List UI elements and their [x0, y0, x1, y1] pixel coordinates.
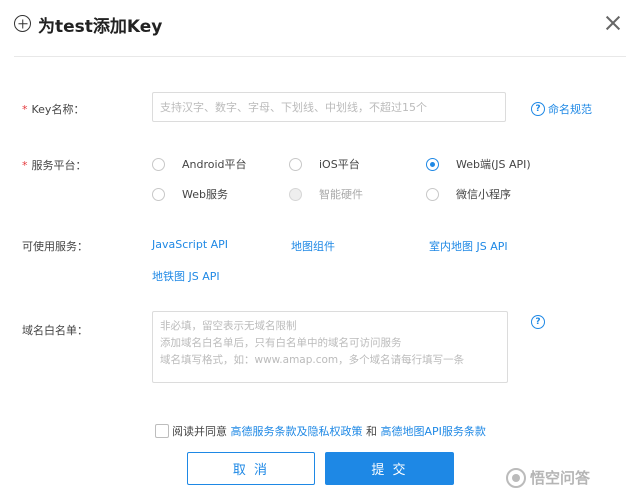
service-map-component[interactable]: 地图组件 [291, 238, 335, 254]
dialog-title: 为test添加Key [38, 17, 163, 37]
naming-rules-label: 命名规范 [548, 103, 592, 116]
key-name-input[interactable] [152, 92, 506, 122]
naming-rules-link[interactable]: ? 命名规范 [531, 101, 592, 117]
radio-android-label: Android平台 [182, 158, 247, 171]
api-terms-link[interactable]: 高德地图API服务条款 [381, 425, 486, 438]
service-indoor-map-js-api[interactable]: 室内地图 JS API [429, 238, 508, 254]
watermark-text: 悟空问答 [530, 469, 591, 487]
key-name-label-text: Key名称： [31, 103, 85, 116]
radio-circle [426, 157, 439, 171]
add-circle-icon [14, 15, 31, 32]
radio-ios[interactable]: iOS平台 [289, 156, 360, 172]
watermark-logo-icon [506, 467, 526, 488]
radio-circle [152, 157, 165, 171]
agreement-conjunction: 和 [366, 425, 377, 438]
header-divider [14, 56, 626, 57]
radio-circle [426, 187, 439, 201]
question-icon: ? [531, 102, 545, 116]
radio-web-js-api-label: Web端(JS API) [456, 158, 531, 171]
radio-ios-label: iOS平台 [319, 158, 360, 171]
radio-circle [289, 187, 302, 201]
required-mark: * [22, 159, 28, 172]
radio-web-service-label: Web服务 [182, 188, 228, 201]
service-javascript-api[interactable]: JavaScript API [152, 238, 228, 251]
radio-circle [289, 157, 302, 171]
close-icon[interactable] [602, 12, 624, 34]
submit-button[interactable]: 提 交 [325, 452, 454, 485]
radio-wechat-miniprogram-label: 微信小程序 [456, 188, 511, 201]
question-icon[interactable]: ? [531, 315, 545, 329]
radio-smart-hardware-label: 智能硬件 [319, 188, 363, 201]
service-subway-map-js-api[interactable]: 地铁图 JS API [152, 268, 220, 284]
watermark: 悟空问答 [506, 467, 590, 488]
platform-label: * 服务平台： [22, 157, 87, 173]
radio-android[interactable]: Android平台 [152, 156, 247, 172]
domain-whitelist-textarea[interactable] [152, 311, 508, 383]
radio-web-js-api[interactable]: Web端(JS API) [426, 156, 531, 172]
cancel-button[interactable]: 取 消 [187, 452, 315, 485]
service-terms-link[interactable]: 高德服务条款及隐私权政策 [231, 425, 363, 438]
platform-label-text: 服务平台： [31, 159, 87, 172]
whitelist-label: 域名白名单： [22, 324, 88, 337]
radio-web-service[interactable]: Web服务 [152, 186, 228, 202]
key-name-label: * Key名称： [22, 101, 84, 117]
radio-circle [152, 187, 165, 201]
required-mark: * [22, 103, 28, 116]
radio-smart-hardware: 智能硬件 [289, 186, 363, 202]
agreement-text: 阅读并同意 高德服务条款及隐私权政策 和 高德地图API服务条款 [172, 423, 486, 439]
services-label: 可使用服务： [22, 240, 88, 253]
radio-wechat-miniprogram[interactable]: 微信小程序 [426, 186, 511, 202]
agreement-checkbox[interactable] [155, 424, 169, 438]
agreement-prefix: 阅读并同意 [172, 425, 227, 438]
